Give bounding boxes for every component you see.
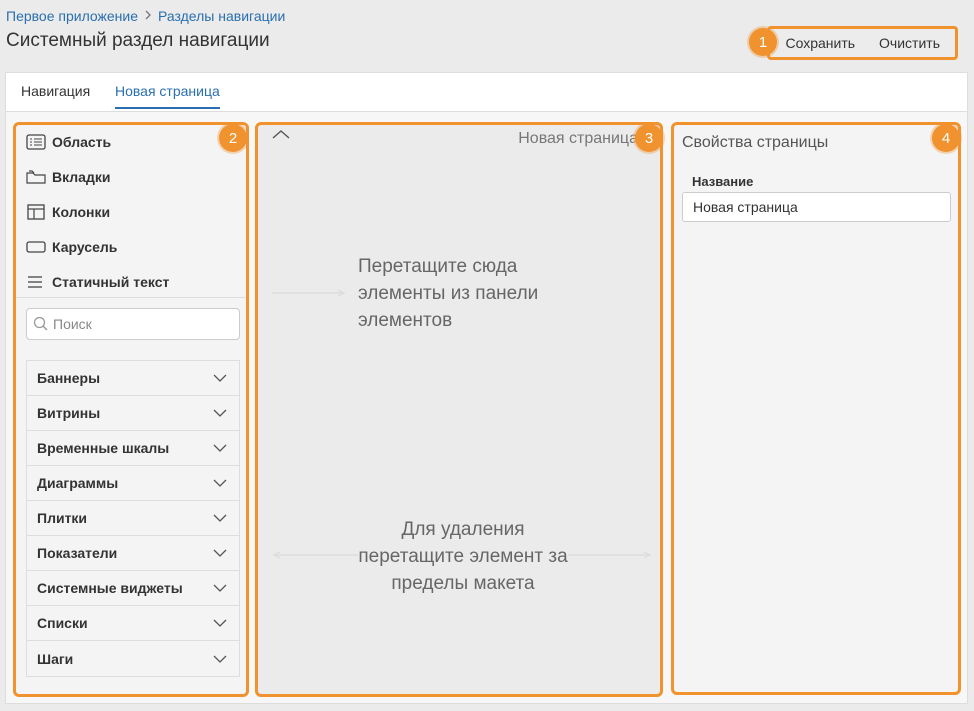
callout-badge-3: 3 [635,124,663,152]
group-showcases[interactable]: Витрины [27,396,239,431]
callout-badge-4: 4 [932,124,960,152]
chevron-down-icon [213,374,227,382]
element-label: Область [52,134,112,150]
element-label: Колонки [52,204,111,220]
chevron-down-icon [213,514,227,522]
element-area[interactable]: Область [26,131,111,153]
list-icon [26,134,46,150]
page-title: Системный раздел навигации [6,30,270,51]
chevron-down-icon [213,584,227,592]
folder-tabs-icon [26,170,46,184]
element-tabs[interactable]: Вкладки [26,166,110,188]
layout-canvas[interactable]: Новая страница Перетащите сюда элементы … [255,122,663,697]
chevron-down-icon [213,549,227,557]
columns-icon [27,204,45,220]
breadcrumb-link-app[interactable]: Первое приложение [6,8,138,24]
panel-divider [16,297,246,298]
properties-panel: Свойства страницы Название [671,122,961,695]
group-system-widgets[interactable]: Системные виджеты [27,571,239,606]
page-name-field[interactable] [682,192,951,222]
group-banners[interactable]: Баннеры [27,361,239,396]
group-timelines[interactable]: Временные шкалы [27,431,239,466]
callout-badge-1: 1 [749,28,777,56]
drop-hint: Перетащите сюда элементы из панели элеме… [358,256,539,331]
element-carousel[interactable]: Карусель [26,236,117,258]
tab-bar: Навигация Новая страница [6,73,967,112]
callout-badge-2: 2 [219,124,247,152]
tab-new-page[interactable]: Новая страница [115,83,220,109]
breadcrumb-link-sections[interactable]: Разделы навигации [158,8,285,24]
toolbar-actions: Сохранить Очистить [767,26,958,60]
clear-button[interactable]: Очистить [870,35,949,51]
canvas-title: Новая страница [518,130,638,147]
arrow-right-icon [272,289,346,297]
chevron-up-icon[interactable] [272,129,290,139]
breadcrumb: Первое приложение Разделы навигации [6,8,285,24]
chevron-right-icon [144,9,152,23]
chevron-down-icon [213,444,227,452]
tab-navigation[interactable]: Навигация [21,83,90,107]
group-lists[interactable]: Списки [27,606,239,641]
carousel-icon [26,241,46,253]
group-indicators[interactable]: Показатели [27,536,239,571]
group-steps[interactable]: Шаги [27,641,239,676]
elements-panel: Область Вкладки Колонки Карусель Статичн… [13,122,249,697]
chevron-down-icon [213,619,227,627]
element-static-text[interactable]: Статичный текст [26,271,169,293]
search-input[interactable] [53,316,233,332]
element-columns[interactable]: Колонки [26,201,110,223]
properties-title: Свойства страницы [682,134,829,151]
element-groups: Баннеры Витрины Временные шкалы Диаграмм… [26,360,240,677]
search-icon [33,316,48,331]
chevron-down-icon [213,409,227,417]
chevron-down-icon [213,655,227,663]
element-label: Статичный текст [52,274,170,290]
group-tiles[interactable]: Плитки [27,501,239,536]
element-label: Карусель [52,239,118,255]
text-lines-icon [28,276,42,288]
group-charts[interactable]: Диаграммы [27,466,239,501]
element-label: Вкладки [52,169,111,185]
delete-hint: Для удаления перетащите элемент за преде… [358,516,568,597]
chevron-down-icon [213,479,227,487]
save-button[interactable]: Сохранить [776,35,864,51]
name-field-label: Название [692,174,754,189]
search-box [26,308,240,340]
